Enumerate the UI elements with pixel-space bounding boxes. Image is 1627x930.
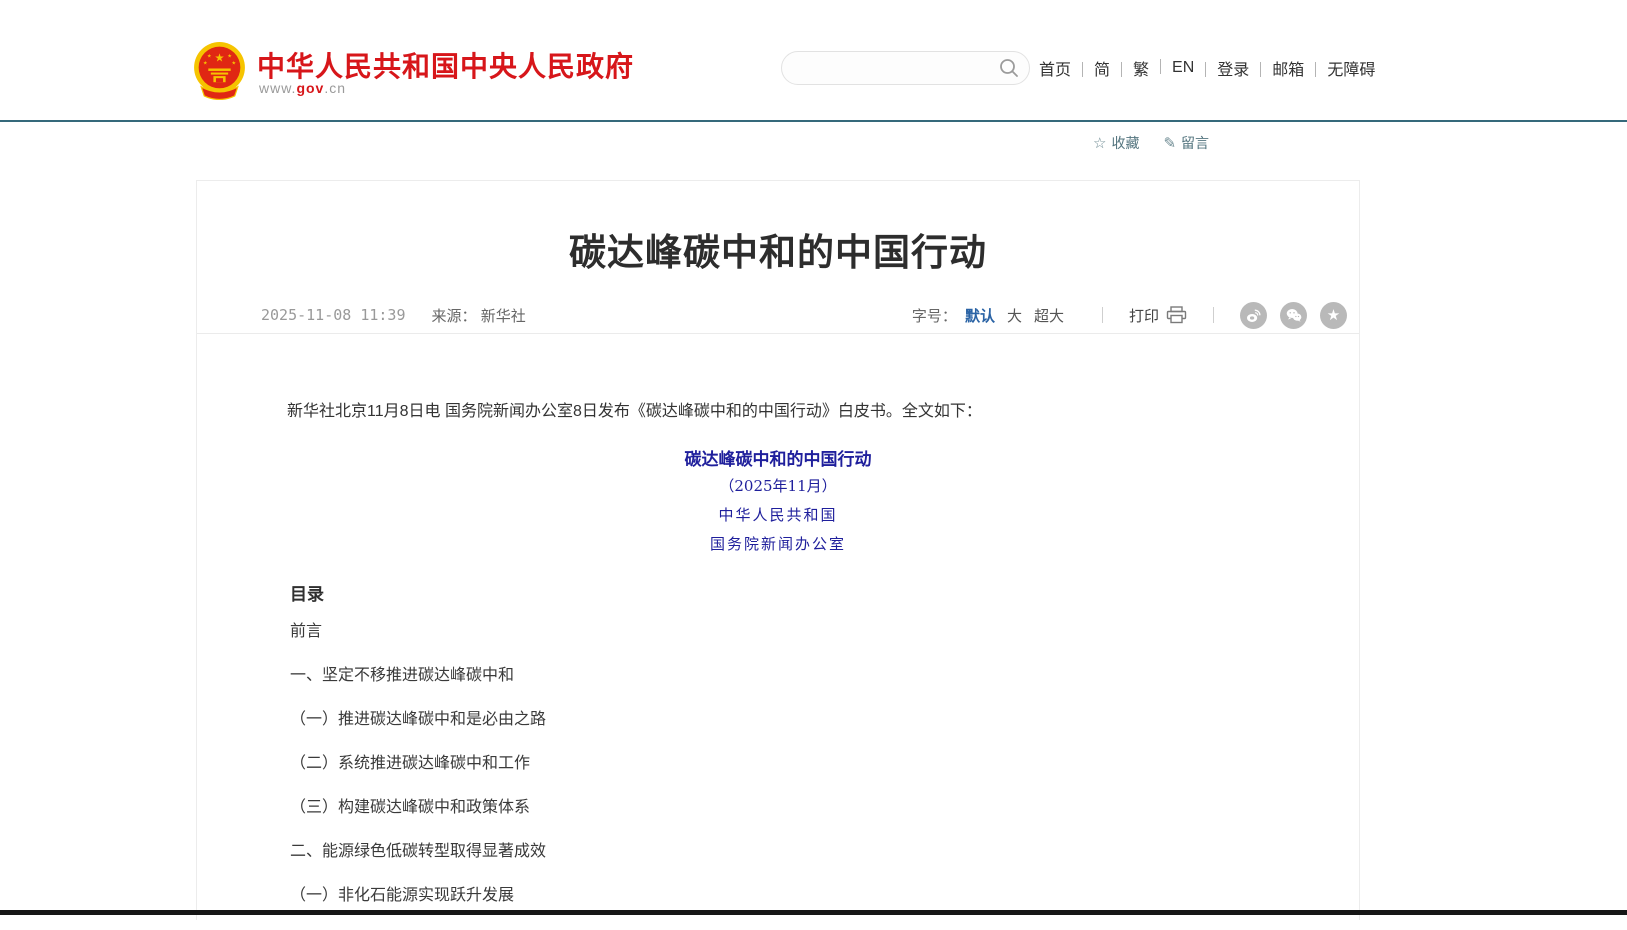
- print-button[interactable]: 打印: [1129, 305, 1187, 326]
- toc-item: 一、坚定不移推进碳达峰碳中和: [290, 666, 1190, 686]
- svg-text:★: ★: [207, 53, 212, 59]
- message-button[interactable]: ✎ 留言: [1163, 133, 1209, 153]
- font-size-option[interactable]: 默认: [965, 305, 995, 326]
- toc-item: （二）系统推进碳达峰碳中和工作: [290, 754, 1190, 774]
- weibo-icon[interactable]: [1240, 302, 1267, 329]
- favorite-label: 收藏: [1111, 133, 1139, 153]
- svg-text:★: ★: [231, 60, 236, 66]
- meta-right: 字号： 默认大超大 打印: [912, 302, 1347, 329]
- document-issuer-line2: 国务院新闻办公室: [196, 533, 1360, 554]
- document-issuer-line1: 中华人民共和国: [196, 504, 1360, 525]
- svg-text:★: ★: [227, 53, 232, 59]
- nav-link[interactable]: 首页: [1039, 56, 1071, 80]
- toc-item: （一）推进碳达峰碳中和是必由之路: [290, 710, 1190, 730]
- search-icon[interactable]: [998, 57, 1020, 79]
- message-label: 留言: [1181, 133, 1209, 153]
- article-title: 碳达峰碳中和的中国行动: [196, 222, 1360, 276]
- toc-item: （一）非化石能源实现跃升发展: [290, 886, 1190, 906]
- font-size-option[interactable]: 大: [1007, 305, 1022, 326]
- printer-icon: [1166, 306, 1187, 324]
- print-label: 打印: [1129, 305, 1159, 326]
- star-share-icon[interactable]: ★: [1320, 302, 1347, 329]
- source: 来源： 新华社: [432, 305, 526, 326]
- nav-link[interactable]: 无障碍: [1304, 56, 1375, 80]
- site-title: 中华人民共和国中央人民政府: [257, 45, 634, 85]
- svg-text:★: ★: [214, 52, 224, 64]
- font-size-options: 默认大超大: [965, 305, 1076, 326]
- national-emblem-icon: ★ ★ ★ ★ ★: [189, 39, 250, 100]
- site-logo[interactable]: ★ ★ ★ ★ ★ 中华人民共和国中央人民政府 www.gov.cn: [189, 39, 619, 103]
- publish-date: 2025-11-08 11:39: [261, 306, 406, 324]
- pencil-icon: ✎: [1163, 134, 1176, 152]
- nav-link[interactable]: EN: [1149, 59, 1194, 77]
- toc-heading: 目录: [290, 580, 324, 605]
- nav-link[interactable]: 简: [1071, 56, 1110, 80]
- font-size-option[interactable]: 超大: [1034, 305, 1064, 326]
- meta-divider: [1102, 307, 1103, 323]
- site-header: ★ ★ ★ ★ ★ 中华人民共和国中央人民政府 www.gov.cn 首页简繁E…: [0, 0, 1627, 121]
- nav-link[interactable]: 繁: [1110, 56, 1149, 80]
- utility-bar: ☆ 收藏 ✎ 留言: [1093, 133, 1209, 153]
- toc-item: 二、能源绿色低碳转型取得显著成效: [290, 842, 1190, 862]
- wechat-icon[interactable]: [1280, 302, 1307, 329]
- site-url: www.gov.cn: [259, 80, 346, 96]
- nav-link[interactable]: 邮箱: [1249, 56, 1304, 80]
- toc-item: 前言: [290, 622, 1190, 642]
- bottom-edge-bar: [0, 910, 1627, 915]
- article-meta-row: 2025-11-08 11:39 来源： 新华社 字号： 默认大超大 打印: [197, 297, 1359, 334]
- header-divider: [0, 120, 1627, 122]
- meta-left: 2025-11-08 11:39 来源： 新华社: [261, 305, 526, 326]
- document-date-line: （2025年11月）: [196, 475, 1360, 496]
- toc-item: （三）构建碳达峰碳中和政策体系: [290, 798, 1190, 818]
- top-nav: 首页简繁EN登录邮箱无障碍: [1039, 56, 1375, 80]
- share-buttons: ★: [1240, 302, 1347, 329]
- svg-text:★: ★: [203, 60, 208, 66]
- font-size-label: 字号：: [912, 305, 957, 326]
- star-outline-icon: ☆: [1093, 134, 1106, 152]
- meta-divider: [1213, 307, 1214, 323]
- nav-link[interactable]: 登录: [1194, 56, 1249, 80]
- document-title: 碳达峰碳中和的中国行动: [196, 445, 1360, 470]
- lead-paragraph: 新华社北京11月8日电 国务院新闻办公室8日发布《碳达峰碳中和的中国行动》白皮书…: [287, 400, 1267, 424]
- search-input[interactable]: [798, 56, 992, 82]
- star-glyph: ★: [1327, 308, 1340, 323]
- favorite-button[interactable]: ☆ 收藏: [1093, 133, 1139, 153]
- toc-list: 前言一、坚定不移推进碳达峰碳中和 （一）推进碳达峰碳中和是必由之路 （二）系统推进碳…: [290, 622, 1190, 930]
- search-box: [781, 51, 1030, 85]
